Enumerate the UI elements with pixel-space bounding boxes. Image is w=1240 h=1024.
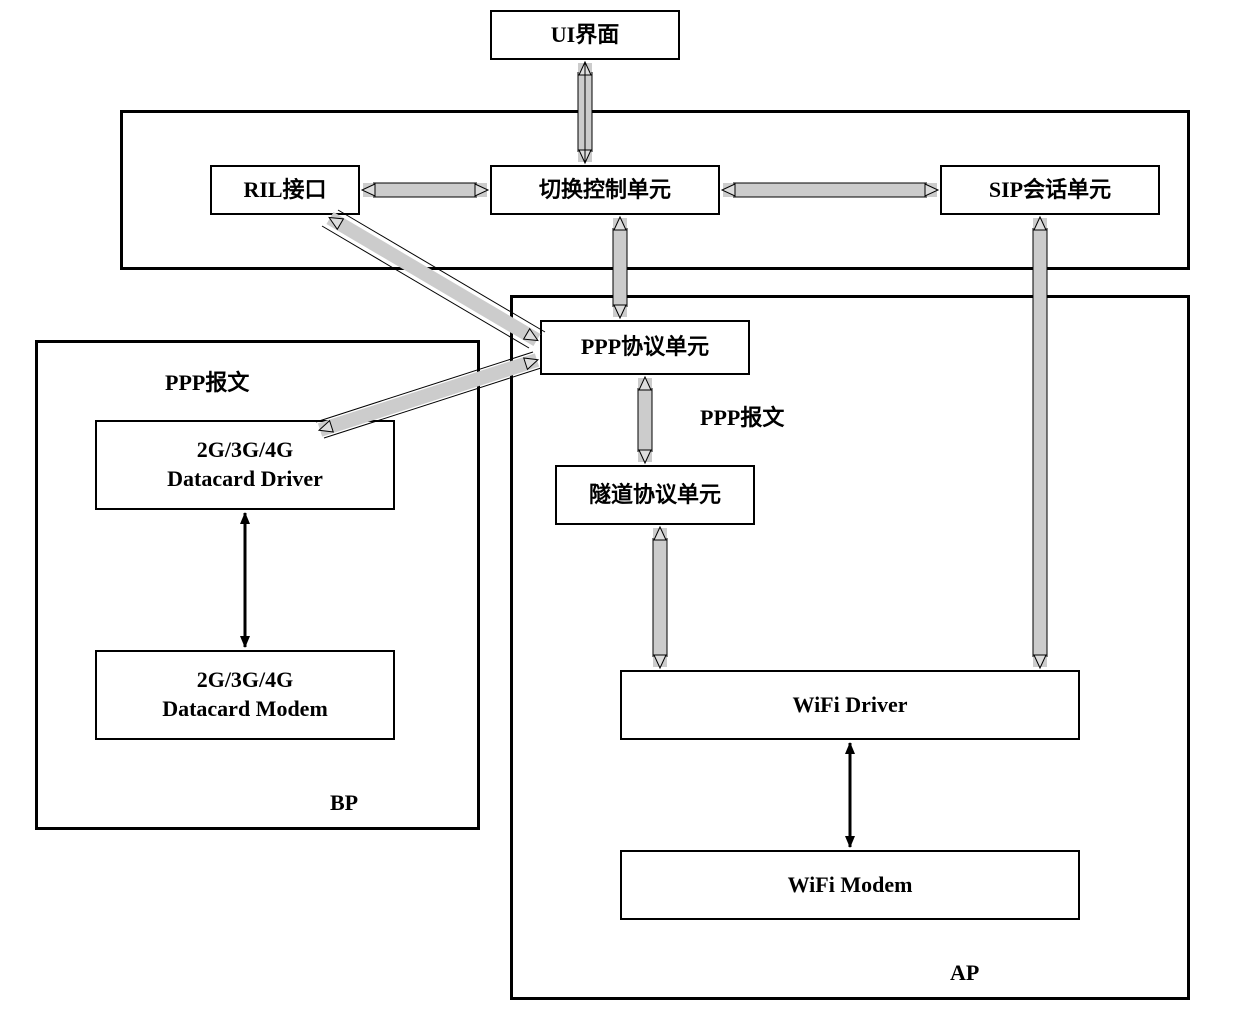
wifi-driver-label: WiFi Driver bbox=[792, 691, 907, 720]
datacard-modem-box: 2G/3G/4G Datacard Modem bbox=[95, 650, 395, 740]
wifi-modem-box: WiFi Modem bbox=[620, 850, 1080, 920]
sip-box: SIP会话单元 bbox=[940, 165, 1160, 215]
ril-label: RIL接口 bbox=[243, 176, 326, 205]
wifi-driver-box: WiFi Driver bbox=[620, 670, 1080, 740]
ui-box: UI界面 bbox=[490, 10, 680, 60]
ril-box: RIL接口 bbox=[210, 165, 360, 215]
switch-ctrl-box: 切换控制单元 bbox=[490, 165, 720, 215]
ap-label: AP bbox=[950, 960, 979, 986]
datacard-driver-box: 2G/3G/4G Datacard Driver bbox=[95, 420, 395, 510]
ui-label: UI界面 bbox=[551, 21, 619, 50]
datacard-driver-label: 2G/3G/4G Datacard Driver bbox=[167, 436, 323, 493]
bp-label: BP bbox=[330, 790, 358, 816]
datacard-modem-label: 2G/3G/4G Datacard Modem bbox=[162, 666, 328, 723]
wifi-modem-label: WiFi Modem bbox=[788, 871, 913, 900]
bp-container bbox=[35, 340, 480, 830]
switch-ctrl-label: 切换控制单元 bbox=[539, 176, 671, 205]
sip-label: SIP会话单元 bbox=[989, 176, 1111, 205]
